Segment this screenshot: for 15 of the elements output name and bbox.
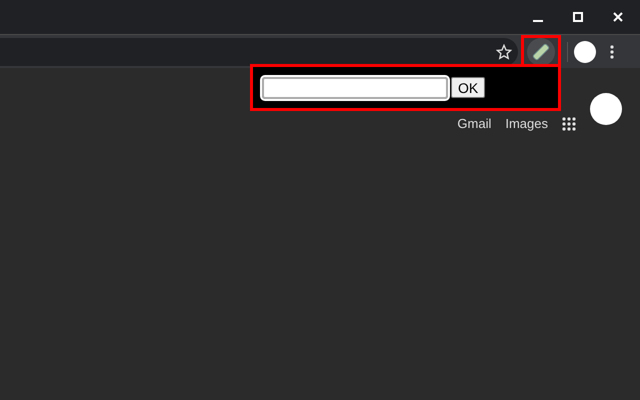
- header-link[interactable]: Images: [505, 114, 548, 134]
- minimize-icon: [533, 20, 543, 22]
- bandage-icon: [532, 42, 550, 60]
- account-avatar[interactable]: [590, 92, 622, 125]
- apps-grid-icon[interactable]: [562, 116, 576, 131]
- close-icon: [613, 12, 623, 22]
- menu-icon[interactable]: [610, 44, 614, 58]
- address-bar[interactable]: [0, 38, 518, 66]
- extension-button[interactable]: [527, 38, 555, 66]
- star-icon[interactable]: [496, 44, 512, 60]
- text-input-field[interactable]: [262, 76, 448, 98]
- maximize-icon: [573, 12, 583, 22]
- header-link[interactable]: Gmail: [457, 114, 492, 134]
- ok-button[interactable]: OK: [451, 77, 486, 98]
- profile-avatar[interactable]: [574, 40, 596, 62]
